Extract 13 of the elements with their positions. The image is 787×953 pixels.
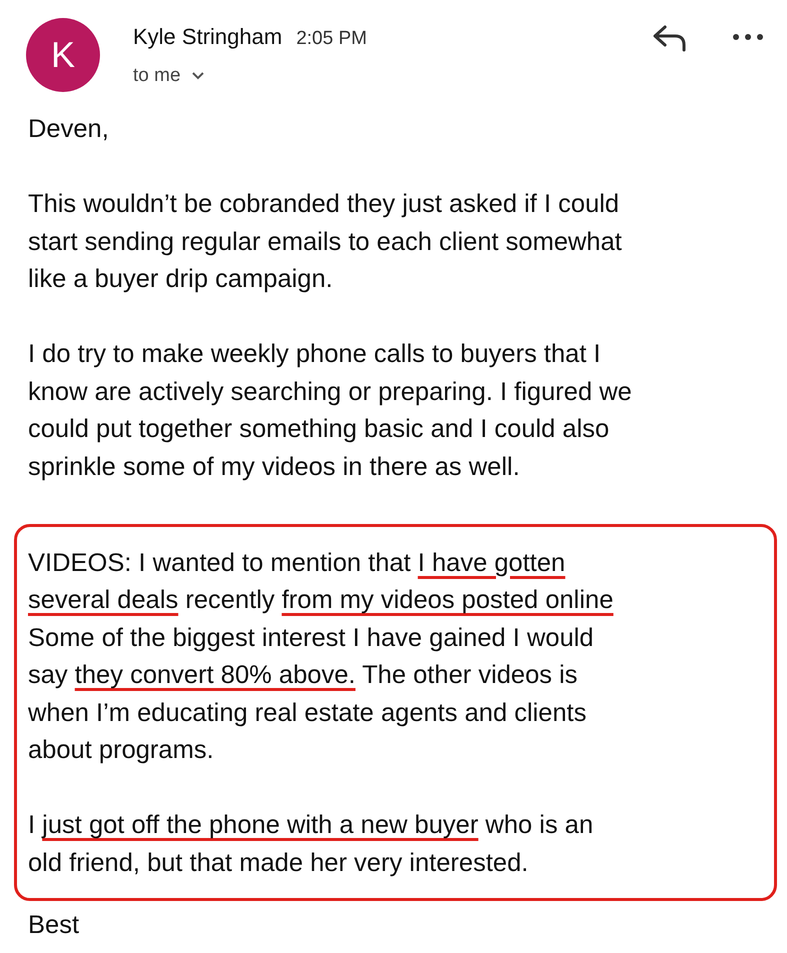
paragraph: I just got off the phone with a new buyer who is an old friend, but that made her very interested. xyxy=(28,810,594,878)
recipient-label: to me xyxy=(133,64,181,88)
closing: Best xyxy=(28,910,80,941)
paragraph: This wouldn’t be cobranded they just asked if I could start sending regular emails to each client somewhat like a buyer drip campaign. xyxy=(28,189,622,295)
reply-icon[interactable] xyxy=(651,24,687,52)
more-icon[interactable] xyxy=(733,34,763,40)
chevron-down-icon[interactable] xyxy=(190,70,205,81)
paragraph: I do try to make weekly phone calls to buyers that I know are actively searching or preparing. I figured we could put together something basic and I could also sprinkle some of my videos in there as well. xyxy=(28,339,632,482)
avatar: K xyxy=(26,18,100,92)
sent-time: 2:05 PM xyxy=(296,27,367,51)
paragraph: VIDEOS: I wanted to mention that I have gotten several deals recently from my videos posted online Some of the biggest interest I have gained I would say they convert 80% above. The other videos is when I’m educating real estate agents and clients about programs. xyxy=(28,548,614,766)
greeting: Deven, xyxy=(28,114,109,145)
sender-name: Kyle Stringham xyxy=(133,23,282,51)
